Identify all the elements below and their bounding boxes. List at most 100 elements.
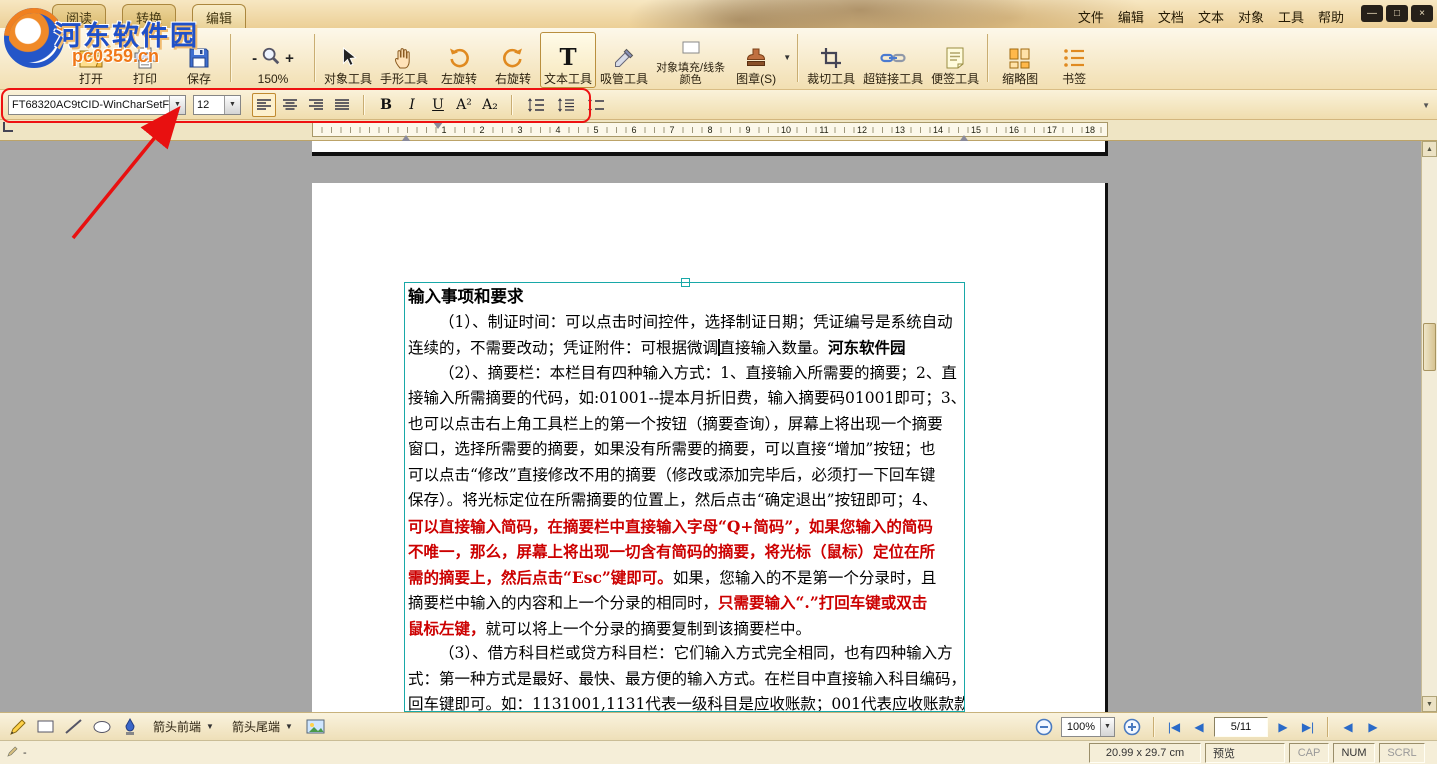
menu-item[interactable]: 编辑 [1118,7,1144,26]
ellipse-tool-button[interactable] [90,716,114,738]
menu-item[interactable]: 文件 [1078,7,1104,26]
next-page-button[interactable]: ▶ [1273,717,1293,737]
app-tab[interactable]: 阅读 [52,4,106,31]
view-forward-button[interactable]: ▶ [1363,717,1383,737]
font-name-select[interactable]: FT68320AC9tCID-WinCharSetFF ▼ [8,95,186,115]
image-stamp-button[interactable] [304,716,328,738]
caps-lock-value: CAP [1298,747,1321,759]
page-zoom-select[interactable]: 100% ▼ [1061,717,1115,737]
document-line: 也可以点击右上角工具栏上的第一个按钮（摘要查询），屏幕上将出现一个摘要 [408,412,962,438]
hand-tool-button[interactable]: 手形工具 [376,32,432,88]
magnifier-icon[interactable] [261,46,281,71]
zoom-out-button[interactable]: - [252,50,257,67]
bookmark-panel-button[interactable]: 书签 [1047,32,1101,88]
align-justify-button[interactable] [330,93,354,117]
save-button[interactable]: 保存 [172,32,226,88]
text-segment: 河东软件园 [828,338,906,357]
save-label: 保存 [187,73,211,86]
first-line-indent-marker[interactable] [433,122,443,134]
rotate-right-icon [501,43,525,73]
line-spacing-1-button[interactable] [522,93,550,117]
menu-item[interactable]: 文档 [1158,7,1184,26]
line-spacing-2-button[interactable] [582,93,610,117]
object-tool-button[interactable]: 对象工具 [320,32,376,88]
zoom-out-circle-button[interactable] [1032,716,1056,738]
toolbar-overflow-chevron-icon[interactable]: ▼ [1422,101,1430,110]
rotate-left-button[interactable]: 左旋转 [432,32,486,88]
menu-item[interactable]: 文本 [1198,7,1224,26]
document-area[interactable]: 输入事项和要求 （1）、制证时间：可以点击时间控件，选择制证日期；凭证编号是系统自… [0,141,1437,712]
align-right-button[interactable] [304,93,328,117]
bookmark-list-icon [1062,43,1086,73]
vertical-scrollbar[interactable]: ▲ ▼ [1421,141,1437,712]
underline-button[interactable]: U [426,93,450,117]
document-line: （1）、制证时间：可以点击时间控件，选择制证日期；凭证编号是系统自动 [408,310,962,336]
scroll-up-arrow-icon[interactable]: ▲ [1422,141,1437,157]
menu-item[interactable]: 对象 [1238,7,1264,26]
arrow-head-select[interactable]: 箭头前端 ▼ [146,715,221,739]
zoom-in-button[interactable]: + [285,50,294,67]
hyperlink-tool-button[interactable]: 超链接工具 [859,32,927,88]
align-center-button[interactable] [278,93,302,117]
text-tool-button[interactable]: T 文本工具 [540,32,596,88]
italic-button[interactable]: I [400,93,424,117]
subscript-button[interactable]: A₂ [478,93,502,117]
ruler-number: 3 [516,124,523,136]
bold-button[interactable]: B [374,93,398,117]
align-left-button[interactable] [252,93,276,117]
previous-page-button[interactable]: ◀ [1189,717,1209,737]
page-indicator[interactable]: 5/11 [1214,717,1268,737]
view-back-button[interactable]: ◀ [1338,717,1358,737]
chevron-down-icon[interactable]: ▼ [224,96,240,114]
superscript-button[interactable]: A² [452,93,476,117]
chevron-down-icon[interactable]: ▼ [169,96,185,114]
num-lock-value: NUM [1341,747,1366,759]
arrow-tail-select[interactable]: 箭头尾端 ▼ [225,715,300,739]
text-segment: 输入事项和要求 [408,287,524,306]
line-spacing-15-button[interactable] [552,93,580,117]
last-page-button[interactable]: ▶| [1298,717,1318,737]
sticky-note-icon [944,43,966,73]
menu-item[interactable]: 工具 [1278,7,1304,26]
stamp-dropdown-arrow-icon[interactable]: ▼ [783,53,791,62]
line-tool-button[interactable] [62,716,86,738]
crop-tool-button[interactable]: 裁切工具 [803,32,859,88]
eyedropper-tool-button[interactable]: 吸管工具 [596,32,652,88]
chevron-down-icon[interactable]: ▼ [1100,718,1114,736]
crop-icon [820,43,842,73]
stamp-tool-button[interactable]: 图章(S) ▼ [729,32,783,88]
thumbnail-panel-button[interactable]: 缩略图 [993,32,1047,88]
pdf-page[interactable]: 输入事项和要求 （1）、制证时间：可以点击时间控件，选择制证日期；凭证编号是系统自… [312,183,1108,712]
selected-text-box[interactable]: 输入事项和要求 （1）、制证时间：可以点击时间控件，选择制证日期；凭证编号是系统自… [404,282,965,712]
font-style-group: B I U A² A₂ [374,93,502,117]
horizontal-ruler[interactable]: 123456789101112131415161718 [312,122,1108,137]
note-tool-button[interactable]: 便签工具 [927,32,983,88]
tab-stop-selector[interactable] [3,122,13,132]
scroll-down-arrow-icon[interactable]: ▼ [1422,696,1437,712]
ink-tool-button[interactable] [118,716,142,738]
bottombar-separator [1327,717,1329,737]
ruler-number: 10 [780,124,792,136]
close-button[interactable]: × [1411,5,1433,22]
ruler-number: 4 [554,124,561,136]
fill-color-tool-button[interactable]: 对象填充/线条 颜色 [652,32,729,88]
menu-item[interactable]: 帮助 [1318,7,1344,26]
minimize-button[interactable]: — [1361,5,1383,22]
first-page-button[interactable]: |◀ [1164,717,1184,737]
hyperlink-label: 超链接工具 [863,73,923,86]
open-label: 打开 [79,73,103,86]
rotate-right-button[interactable]: 右旋转 [486,32,540,88]
page-size-indicator: 20.99 x 29.7 cm [1089,743,1201,763]
app-tab[interactable]: 转换 [122,4,176,31]
zoom-in-circle-button[interactable] [1120,716,1144,738]
font-size-select[interactable]: 12 ▼ [193,95,241,115]
scrollbar-thumb[interactable] [1423,323,1436,371]
app-tab[interactable]: 编辑 [192,4,246,31]
maximize-button[interactable]: □ [1386,5,1408,22]
pencil-tool-button[interactable] [6,716,30,738]
text-segment: 直接输入数量。 [720,339,829,357]
zoom-level-value[interactable]: 150% [258,73,289,86]
open-button[interactable]: 打开 [64,32,118,88]
print-button[interactable]: 打印 [118,32,172,88]
rectangle-tool-button[interactable] [34,716,58,738]
